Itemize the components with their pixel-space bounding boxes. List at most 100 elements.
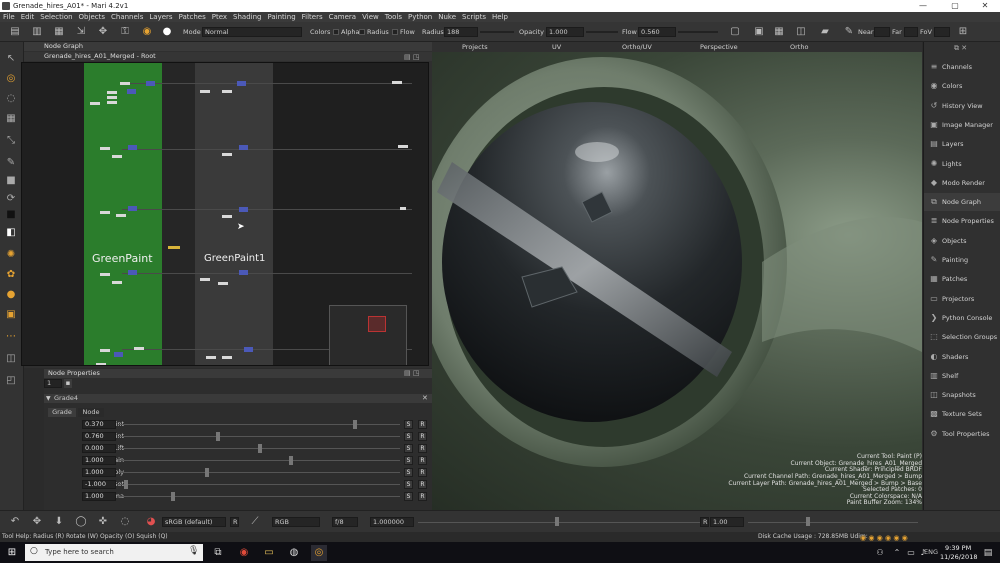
layers-tool-icon[interactable]: ◫ <box>4 352 18 366</box>
param-s-button[interactable]: S <box>404 420 413 429</box>
maximize-icon[interactable]: ▢ <box>940 0 970 12</box>
palette-item-colors[interactable]: ◉ Colors <box>924 77 1000 95</box>
graph-node[interactable] <box>200 90 210 93</box>
film-icon[interactable]: ▰ <box>818 25 832 39</box>
palette-item-lights[interactable]: ✺ Lights <box>924 155 1000 173</box>
param-r-button[interactable]: R <box>418 468 427 477</box>
menu-objects[interactable]: Objects <box>76 12 108 22</box>
menu-filters[interactable]: Filters <box>299 12 326 22</box>
grid-icon[interactable]: ▦ <box>772 25 786 39</box>
menu-help[interactable]: Help <box>489 12 511 22</box>
menu-ptex[interactable]: Ptex <box>209 12 230 22</box>
param-slider-track[interactable] <box>118 460 400 461</box>
graph-node[interactable] <box>100 349 110 352</box>
view-icon-2[interactable]: ▣ <box>752 25 766 39</box>
menu-view[interactable]: View <box>359 12 382 22</box>
param-value-field[interactable]: 0.760 <box>82 432 116 441</box>
minimize-icon[interactable]: — <box>908 0 938 12</box>
param-slider-knob[interactable] <box>123 480 128 489</box>
mask-tool-icon[interactable]: ◌ <box>4 92 18 106</box>
flow-field[interactable]: 0.560 <box>638 27 676 37</box>
taskbar-search-box[interactable]: ○ Type here to search 🎙 <box>25 544 203 561</box>
microphone-icon[interactable]: 🎙 <box>188 546 199 556</box>
lock-icon[interactable]: ⚿ <box>118 25 132 39</box>
exposure-slider[interactable] <box>418 522 700 523</box>
palette-item-objects[interactable]: ◈ Objects <box>924 232 1000 250</box>
palette-item-node-graph[interactable]: ⧉ Node Graph <box>924 193 1000 212</box>
node-graph-minimap[interactable] <box>329 305 407 365</box>
color-wheel-icon[interactable]: ◕ <box>144 515 158 529</box>
menu-edit[interactable]: Edit <box>18 12 38 22</box>
graph-node[interactable] <box>398 145 408 148</box>
gamma-field[interactable]: 1.00 <box>710 517 744 527</box>
param-slider-knob[interactable] <box>288 456 293 465</box>
close-icon[interactable]: ✕ <box>970 0 1000 12</box>
opacity-field[interactable]: 1.000 <box>546 27 584 37</box>
menu-scripts[interactable]: Scripts <box>459 12 489 22</box>
near-field[interactable] <box>874 27 890 37</box>
gamma-slider-knob[interactable] <box>806 517 810 526</box>
palette-item-image-manager[interactable]: ▣ Image Manager <box>924 116 1000 134</box>
param-value-field[interactable]: 0.000 <box>82 444 116 453</box>
graph-node[interactable] <box>120 82 130 85</box>
menu-file[interactable]: File <box>0 12 18 22</box>
param-slider-track[interactable] <box>118 496 400 497</box>
grade-node-header[interactable]: ▼ Grade4 ✕ <box>44 394 432 403</box>
graph-node[interactable] <box>107 96 117 99</box>
gamma-slider[interactable] <box>748 522 918 523</box>
brush-tool-icon[interactable]: ✎ <box>4 156 18 170</box>
new-file-icon[interactable]: ▤ <box>8 25 22 39</box>
paint-tool-icon[interactable]: ◎ <box>4 72 18 86</box>
graph-node[interactable] <box>100 273 110 276</box>
exposure-field[interactable]: 1.000000 <box>370 517 414 527</box>
menu-camera[interactable]: Camera <box>326 12 359 22</box>
3d-viewport[interactable]: Current Tool: Paint (P) Current Object: G… <box>432 52 922 510</box>
param-slider-track[interactable] <box>118 424 400 425</box>
param-s-button[interactable]: S <box>404 492 413 501</box>
menu-nuke[interactable]: Nuke <box>435 12 459 22</box>
palette-item-projectors[interactable]: ▭ Projectors <box>924 290 1000 308</box>
clock-time[interactable]: 9:39 PM <box>945 544 971 552</box>
collapse-arrow-icon[interactable]: ▼ <box>46 394 51 403</box>
graph-node[interactable] <box>239 145 248 150</box>
param-slider-knob[interactable] <box>171 492 176 501</box>
curve-icon[interactable]: ⟋ <box>248 515 262 529</box>
language-indicator[interactable]: ENG <box>924 542 938 563</box>
param-slider-knob[interactable] <box>216 432 220 441</box>
background-color-icon[interactable]: ◧ <box>4 226 18 240</box>
palette-options-icon[interactable]: ⧉ ✕ <box>954 44 967 53</box>
opacity-slider[interactable] <box>586 31 618 33</box>
node-properties-options-icon[interactable]: ▤ ◳ <box>404 369 419 377</box>
tab-uv[interactable]: UV <box>552 42 561 52</box>
transform-tool-icon[interactable]: ⤡ <box>4 134 18 148</box>
layout-tool-icon[interactable]: ◰ <box>4 374 18 388</box>
backdrop-greenpaint1[interactable] <box>195 63 273 365</box>
node-graph-options-icon[interactable]: ▤ ◳ <box>404 53 419 61</box>
selection-tool-icon[interactable]: ⋯ <box>4 330 18 344</box>
select-tool-icon[interactable]: ↖ <box>4 52 18 66</box>
cube-icon[interactable]: ◫ <box>794 25 808 39</box>
open-file-icon[interactable]: ▥ <box>30 25 44 39</box>
smudge-tool-icon[interactable]: ✿ <box>4 268 18 282</box>
clone-tool-icon[interactable]: ⟳ <box>4 192 18 206</box>
param-slider-knob[interactable] <box>258 444 262 453</box>
palette-item-shaders[interactable]: ◐ Shaders <box>924 348 1000 366</box>
param-r-button[interactable]: R <box>418 420 427 429</box>
graph-node[interactable] <box>222 215 232 218</box>
panel-grid-icon[interactable]: ⊞ <box>956 25 970 39</box>
gamma-r-button[interactable]: R <box>700 517 709 527</box>
param-s-button[interactable]: S <box>404 432 413 441</box>
param-slider-track[interactable] <box>118 472 400 473</box>
menu-selection[interactable]: Selection <box>37 12 75 22</box>
circle-icon[interactable]: ◯ <box>74 515 88 529</box>
param-slider-knob[interactable] <box>353 420 358 429</box>
param-value-field[interactable]: 0.370 <box>82 420 116 429</box>
param-value-field[interactable]: 1.000 <box>82 456 116 465</box>
blur-tool-icon[interactable]: ✺ <box>4 248 18 262</box>
palette-item-modo-render[interactable]: ◆ Modo Render <box>924 174 1000 192</box>
app-icon-gray[interactable]: ◍ <box>286 545 302 561</box>
tab-node[interactable]: Node <box>78 408 104 417</box>
ring-icon[interactable]: ◌ <box>118 515 132 529</box>
graph-node[interactable] <box>100 147 110 150</box>
graph-node[interactable] <box>128 206 137 211</box>
